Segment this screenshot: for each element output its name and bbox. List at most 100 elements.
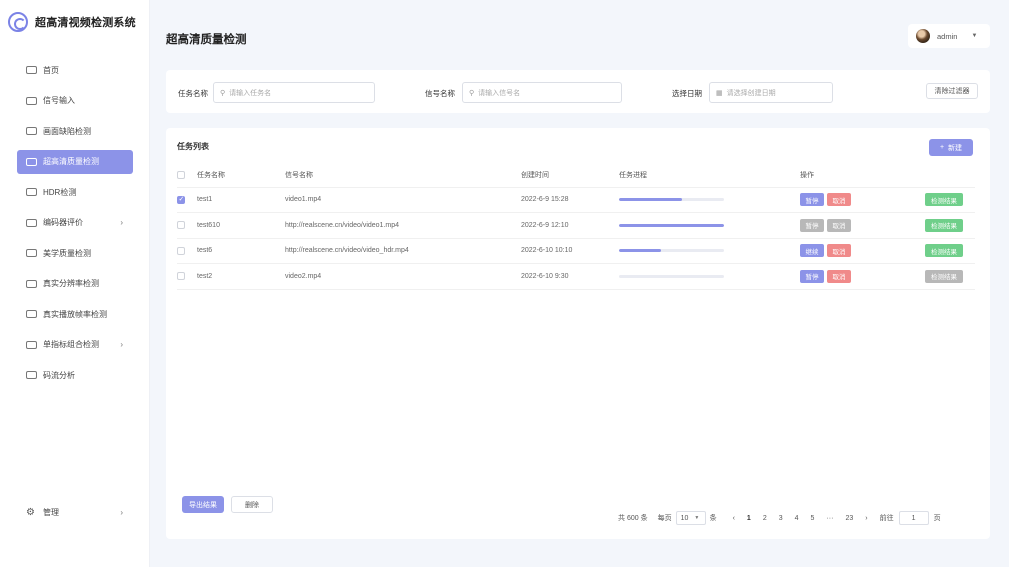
page-number[interactable]: ··· <box>826 515 833 522</box>
pause-resume-button[interactable]: 暂停 <box>800 218 824 232</box>
page-list: 1 2 3 4 5 ··· 23 <box>741 515 859 522</box>
signal-name-input[interactable]: ⚲ 请输入信号名 <box>462 82 622 103</box>
app-title: 超高清视频检测系统 <box>35 17 136 29</box>
user-menu[interactable]: admin ▼ <box>908 24 990 48</box>
pause-resume-button[interactable]: 暂停 <box>800 269 824 283</box>
table-row[interactable]: test6 http://realscene.cn/video/video_hdr… <box>177 238 975 264</box>
sidebar-item-9[interactable]: 单指标组合检测 › <box>17 333 133 357</box>
sidebar-item-label: 超高清质量检测 <box>43 157 99 166</box>
framerate-icon <box>26 310 37 318</box>
sidebar-item-3[interactable]: 超高清质量检测 <box>17 149 133 174</box>
table-row[interactable]: test1video1.mp42022-6-9 15:28 暂停取消 检测结果 <box>177 187 975 213</box>
row-checkbox[interactable] <box>177 246 185 255</box>
table-row[interactable]: test2 video2.mp4 2022-6-10 9:30 暂停 取消 检测结果 <box>177 263 975 290</box>
clear-filters-button[interactable]: 清除过滤器 <box>926 83 978 99</box>
sidebar-item-8[interactable]: 真实播放帧率检测 <box>17 302 133 326</box>
delete-button[interactable]: 删除 <box>231 496 273 513</box>
created-time-cell: 2022-6-9 15:28 <box>521 187 619 213</box>
sidebar: 超高清视频检测系统 首页信号输入画面缺陷检测超高清质量检测 HDR检测编码器评价 ›… <box>0 0 150 567</box>
page-number[interactable]: 5 <box>811 515 815 522</box>
total-count: 共 600 条 <box>618 515 648 522</box>
sidebar-item-label: 信号输入 <box>43 96 75 105</box>
page-size-value: 10 <box>680 514 689 522</box>
export-results-button[interactable]: 导出结果 <box>182 496 224 513</box>
page-number[interactable]: 23 <box>845 515 853 522</box>
chevron-right-icon: › <box>120 340 123 349</box>
progress-bar <box>619 249 724 253</box>
signal-name-label: 信号名称 <box>425 89 455 98</box>
sidebar-nav: 首页信号输入画面缺陷检测超高清质量检测 HDR检测编码器评价 › 美学质量检测真实分辨… <box>17 58 133 394</box>
table-row[interactable]: test610 http://realscene.cn/video/video1.… <box>177 212 975 239</box>
page-number[interactable]: 4 <box>795 515 799 522</box>
aesthetic-icon <box>26 249 37 257</box>
task-name-cell: test6 <box>197 238 285 264</box>
cancel-button[interactable]: 取消 <box>827 244 851 258</box>
next-page-icon[interactable]: › <box>865 515 867 522</box>
progress-fill <box>619 249 661 253</box>
row-checkbox[interactable] <box>177 272 185 281</box>
image-icon <box>26 127 37 135</box>
column-header-empty <box>925 163 975 188</box>
signal-name-placeholder: 请输入信号名 <box>478 89 521 97</box>
pause-resume-button[interactable]: 继续 <box>800 244 824 258</box>
sidebar-item-label: 真实分辨率检测 <box>43 279 99 288</box>
sidebar-item-7[interactable]: 真实分辨率检测 <box>17 272 133 296</box>
progress-fill <box>619 223 724 227</box>
view-result-button[interactable]: 检测结果 <box>925 244 963 258</box>
sidebar-item-label: 码流分析 <box>43 370 75 380</box>
bitstream-icon <box>26 371 37 379</box>
progress-bar <box>619 223 724 227</box>
sidebar-item-6[interactable]: 美学质量检测 <box>17 241 133 265</box>
avatar <box>916 29 930 43</box>
sidebar-item-2[interactable]: 画面缺陷检测 <box>17 119 133 143</box>
cancel-button[interactable]: 取消 <box>827 218 851 232</box>
date-label: 选择日期 <box>672 89 702 98</box>
view-result-button[interactable]: 检测结果 <box>925 218 963 232</box>
chevron-right-icon: › <box>120 507 123 517</box>
date-picker[interactable]: ▦ 请选择创建日期 <box>709 82 833 103</box>
signal-icon <box>26 96 37 105</box>
view-result-button[interactable]: 检测结果 <box>925 193 963 207</box>
page-number[interactable]: 1 <box>747 515 751 522</box>
row-checkbox[interactable] <box>177 221 185 230</box>
task-name-cell: test610 <box>197 212 285 239</box>
cancel-button[interactable]: 取消 <box>827 193 851 207</box>
prev-page-icon[interactable]: ‹ <box>733 515 735 522</box>
pause-resume-button[interactable]: 暂停 <box>800 193 824 207</box>
goto-suffix: 页 <box>933 515 941 522</box>
logo-icon <box>8 12 28 32</box>
sidebar-item-1[interactable]: 信号输入 <box>17 89 133 113</box>
signal-name-cell: video2.mp4 <box>285 263 521 290</box>
resolution-icon <box>26 279 37 288</box>
sidebar-item-label: HDR检测 <box>43 187 77 197</box>
sidebar-item-manage[interactable]: ⚙ 管理 › <box>17 500 133 524</box>
row-checkbox[interactable] <box>177 195 185 204</box>
sidebar-item-4[interactable]: HDR检测 <box>17 180 133 204</box>
progress-bar <box>619 274 724 278</box>
goto-label: 前往 <box>879 515 894 522</box>
sidebar-item-label: 编码器评价 <box>43 218 83 227</box>
cancel-button[interactable]: 取消 <box>827 269 851 283</box>
task-name-input[interactable]: ⚲ 请输入任务名 <box>213 82 375 103</box>
created-time-cell: 2022-6-10 9:30 <box>521 263 619 290</box>
page-title: 超高清质量检测 <box>166 34 247 46</box>
sidebar-item-label: 真实播放帧率检测 <box>43 309 107 319</box>
sidebar-item-5[interactable]: 编码器评价 › <box>17 211 133 235</box>
select-all-checkbox[interactable] <box>177 170 185 179</box>
per-page-label: 每页 <box>657 515 672 522</box>
goto-page-input[interactable]: 1 <box>898 511 929 525</box>
task-list-title: 任务列表 <box>177 142 209 151</box>
combo-icon <box>26 340 37 349</box>
sidebar-item-10[interactable]: 码流分析 <box>17 363 133 387</box>
new-task-button[interactable]: + 新建 <box>929 139 973 156</box>
column-header: 操作 <box>800 163 925 188</box>
sidebar-item-0[interactable]: 首页 <box>17 58 133 82</box>
page-number[interactable]: 2 <box>763 515 767 522</box>
search-icon: ⚲ <box>220 89 226 97</box>
task-panel: 任务列表 + 新建 任务名称 信号名称 创建时间 任务进程 操作 test1vi… <box>166 128 990 539</box>
chevron-right-icon: › <box>120 218 123 227</box>
app-logo[interactable]: 超高清视频检测系统 <box>8 12 136 32</box>
view-result-button[interactable]: 检测结果 <box>925 269 963 283</box>
page-number[interactable]: 3 <box>779 515 783 522</box>
page-size-select[interactable]: 10 ▼ <box>675 511 706 525</box>
